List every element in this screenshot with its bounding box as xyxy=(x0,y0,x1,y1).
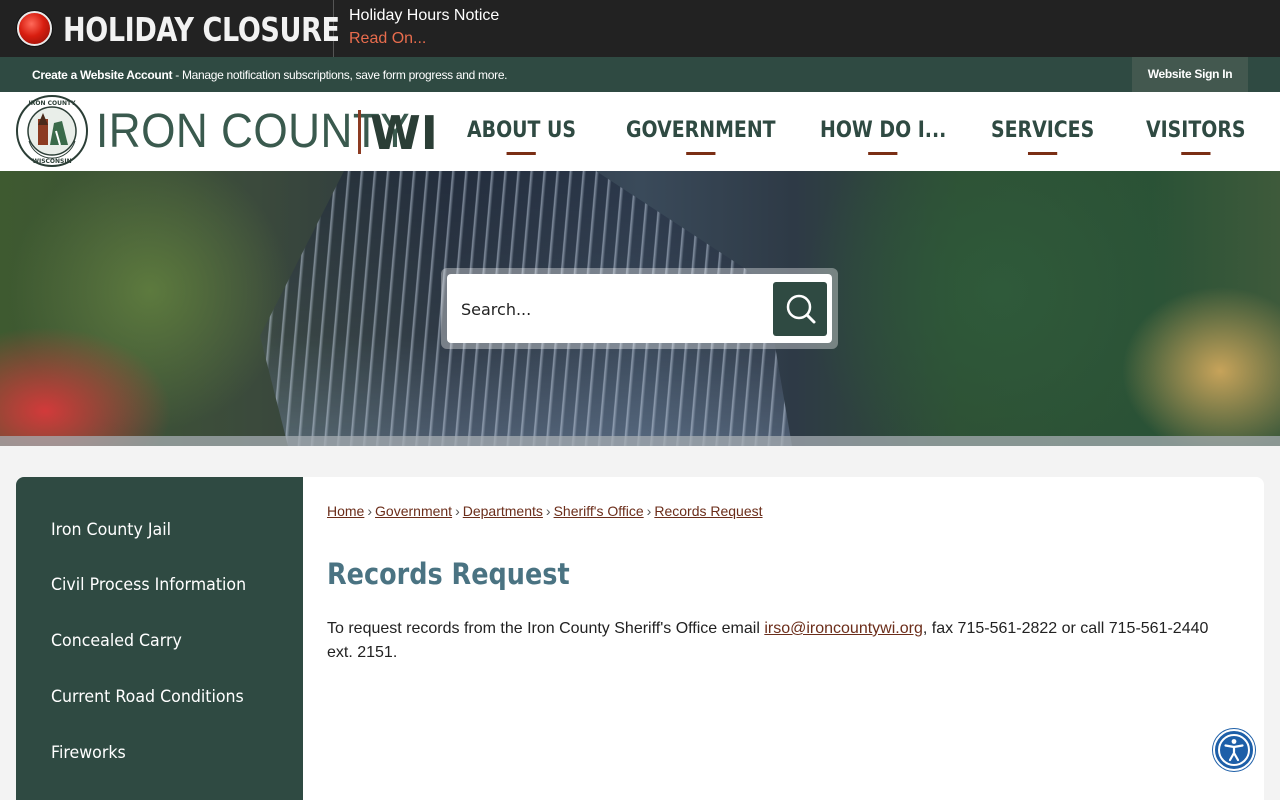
breadcrumb-home[interactable]: Home xyxy=(327,503,364,519)
sidebar-nav: Iron County Jail Civil Process Informati… xyxy=(16,477,303,800)
alert-notice-title: Holiday Hours Notice xyxy=(349,7,500,24)
breadcrumb-departments[interactable]: Departments xyxy=(463,503,543,519)
county-seal-logo[interactable]: IRON COUNTY WISCONSIN xyxy=(16,95,88,167)
breadcrumb-government[interactable]: Government xyxy=(375,503,452,519)
site-brand[interactable]: IRON COUNTY WI xyxy=(96,104,438,160)
sidebar-item-fireworks[interactable]: Fireworks xyxy=(51,743,126,763)
nav-visitors[interactable]: VISITORS xyxy=(1146,118,1246,158)
breadcrumb-sheriffs-office[interactable]: Sheriff's Office xyxy=(554,503,644,519)
sidebar-item-iron-county-jail[interactable]: Iron County Jail xyxy=(51,520,171,540)
breadcrumb-separator: › xyxy=(455,503,460,519)
breadcrumb: Home › Government › Departments › Sheriff's Of… xyxy=(327,503,763,519)
alert-title: HOLIDAY CLOSURE xyxy=(63,10,340,49)
brand-name: IRON COUNTY xyxy=(96,105,411,158)
sidebar-item-road-conditions[interactable]: Current Road Conditions xyxy=(51,687,244,707)
search-container xyxy=(441,268,838,349)
main-content: Home › Government › Departments › Sheriff's Of… xyxy=(303,477,1264,800)
search-icon xyxy=(786,294,816,324)
site-header: IRON COUNTY WISCONSIN IRON COUNTY WI ABO… xyxy=(0,92,1280,171)
red-alert-dot-icon xyxy=(17,11,52,46)
alert-read-more-link[interactable]: Read On... xyxy=(349,30,426,48)
nav-about-us[interactable]: ABOUT US xyxy=(467,118,576,158)
nav-services[interactable]: SERVICES xyxy=(991,118,1094,158)
search-field-wrapper xyxy=(447,274,832,343)
alert-closure-banner[interactable]: HOLIDAY CLOSURE xyxy=(0,0,340,57)
page-title: Records Request xyxy=(327,557,570,591)
brand-divider xyxy=(358,110,361,154)
nav-how-do-i[interactable]: HOW DO I... xyxy=(820,118,946,158)
accessibility-icon xyxy=(1218,734,1250,766)
brand-suffix: WI xyxy=(370,106,438,160)
body-text-intro: To request records from the Iron County … xyxy=(327,620,765,637)
account-message: Create a Website Account - Manage notifi… xyxy=(32,68,508,82)
breadcrumb-separator: › xyxy=(545,503,551,519)
breadcrumb-separator: › xyxy=(646,503,652,519)
breadcrumb-records-request[interactable]: Records Request xyxy=(654,503,762,519)
sidebar-item-civil-process[interactable]: Civil Process Information xyxy=(51,575,246,595)
account-description: - Manage notification subscriptions, sav… xyxy=(172,68,508,82)
hero-banner xyxy=(0,171,1280,446)
nav-government[interactable]: GOVERNMENT xyxy=(626,118,776,158)
page-body-text: To request records from the Iron County … xyxy=(327,617,1237,665)
sidebar-item-concealed-carry[interactable]: Concealed Carry xyxy=(51,631,182,651)
search-input[interactable] xyxy=(461,296,761,322)
create-account-link[interactable]: Create a Website Account xyxy=(32,68,172,82)
alert-bar: HOLIDAY CLOSURE Holiday Hours Notice Rea… xyxy=(0,0,1280,57)
seal-top-text: IRON COUNTY xyxy=(29,100,77,107)
email-link[interactable]: irso@ironcountywi.org xyxy=(764,620,923,637)
breadcrumb-separator: › xyxy=(367,503,373,519)
seal-bottom-text: WISCONSIN xyxy=(32,158,71,165)
search-button[interactable] xyxy=(773,282,827,336)
account-bar: Create a Website Account - Manage notifi… xyxy=(0,57,1280,92)
accessibility-button[interactable] xyxy=(1213,729,1255,771)
hero-bottom-strip xyxy=(0,436,1280,446)
website-sign-in-button[interactable]: Website Sign In xyxy=(1132,57,1248,92)
